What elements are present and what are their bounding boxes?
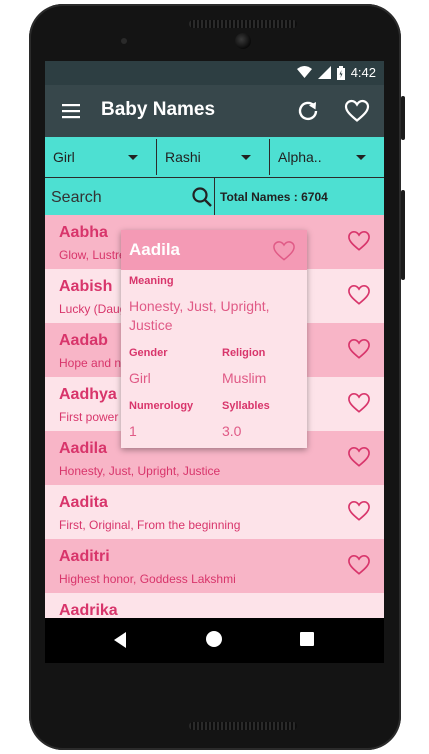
wifi-icon [296, 66, 312, 78]
gender-dropdown-label: Girl [53, 149, 75, 165]
meaning-text: Glow, Lustre [59, 248, 126, 262]
name-text: Aabha [59, 224, 108, 241]
heart-icon[interactable] [347, 446, 371, 468]
search-icon[interactable] [191, 186, 213, 208]
refresh-icon[interactable] [296, 99, 320, 123]
name-detail-popup: Aadila Meaning Honesty, Just, Upright, J… [121, 230, 307, 448]
name-list-item[interactable]: Aaditri Highest honor, Goddess Lakshmi [45, 539, 384, 593]
total-names-label: Total Names : 6704 [220, 190, 328, 204]
gender-value: Girl [129, 370, 151, 386]
syllables-value: 3.0 [222, 423, 242, 439]
name-text: Aabish [59, 278, 113, 295]
top-speaker [189, 20, 297, 28]
status-bar: 4:42 [45, 61, 384, 85]
name-list-item[interactable]: Aadita First, Original, From the beginni… [45, 485, 384, 539]
numerology-value: 1 [129, 423, 137, 439]
front-camera [235, 33, 251, 49]
chevron-down-icon [128, 155, 138, 160]
meaning-text: First power [59, 410, 119, 424]
app-title: Baby Names [101, 99, 216, 120]
religion-value: Muslim [222, 370, 267, 386]
numerology-label: Numerology [129, 400, 194, 412]
heart-icon[interactable] [272, 240, 296, 262]
battery-icon [336, 65, 345, 80]
name-text: Aadab [59, 332, 108, 349]
navigation-bar [45, 618, 384, 663]
back-icon[interactable] [114, 632, 126, 648]
clock: 4:42 [350, 65, 376, 80]
popup-name: Aadila [129, 240, 181, 259]
heart-icon[interactable] [347, 392, 371, 414]
heart-icon[interactable] [347, 230, 371, 252]
search-input[interactable] [49, 184, 213, 212]
heart-icon[interactable] [347, 500, 371, 522]
alpha-dropdown[interactable]: Alpha.. [270, 139, 384, 175]
heart-icon[interactable] [347, 554, 371, 576]
sensor [121, 38, 127, 44]
alpha-dropdown-label: Alpha.. [278, 149, 322, 165]
name-text: Aadhya [59, 386, 117, 403]
gender-label: Gender [129, 347, 168, 359]
name-text: Aadita [59, 494, 108, 511]
menu-icon[interactable] [61, 101, 81, 121]
filter-bar: Girl Rashi Alpha.. [45, 137, 384, 177]
religion-label: Religion [222, 347, 266, 359]
chevron-down-icon [241, 155, 251, 160]
meaning-text: Highest honor, Goddess Lakshmi [59, 572, 236, 586]
power-button [401, 96, 405, 140]
meaning-text: Honesty, Just, Upright, Justice [59, 464, 221, 478]
syllables-label: Syllables [222, 400, 270, 412]
rashi-dropdown[interactable]: Rashi [157, 139, 270, 175]
rashi-dropdown-label: Rashi [165, 149, 201, 165]
meaning-value: Honesty, Just, Upright, Justice [129, 298, 270, 333]
home-icon[interactable] [206, 631, 222, 647]
recents-icon[interactable] [300, 632, 314, 646]
app-bar: Baby Names [45, 85, 384, 137]
meaning-label: Meaning [129, 275, 174, 287]
signal-icon [317, 66, 331, 79]
heart-icon[interactable] [347, 338, 371, 360]
name-text: Aadila [59, 440, 108, 457]
chevron-down-icon [356, 155, 366, 160]
meaning-text: First, Original, From the beginning [59, 518, 241, 532]
favorites-heart-icon[interactable] [344, 99, 370, 123]
divider [214, 178, 215, 216]
app-screen: 4:42 Baby Names Girl Rashi Alpha.. Total… [45, 61, 384, 663]
volume-button [401, 190, 405, 280]
bottom-speaker [189, 722, 297, 730]
search-row: Total Names : 6704 [45, 177, 384, 216]
heart-icon[interactable] [347, 284, 371, 306]
popup-header: Aadila [121, 230, 307, 270]
name-text: Aaditri [59, 548, 110, 565]
gender-dropdown[interactable]: Girl [45, 139, 157, 175]
